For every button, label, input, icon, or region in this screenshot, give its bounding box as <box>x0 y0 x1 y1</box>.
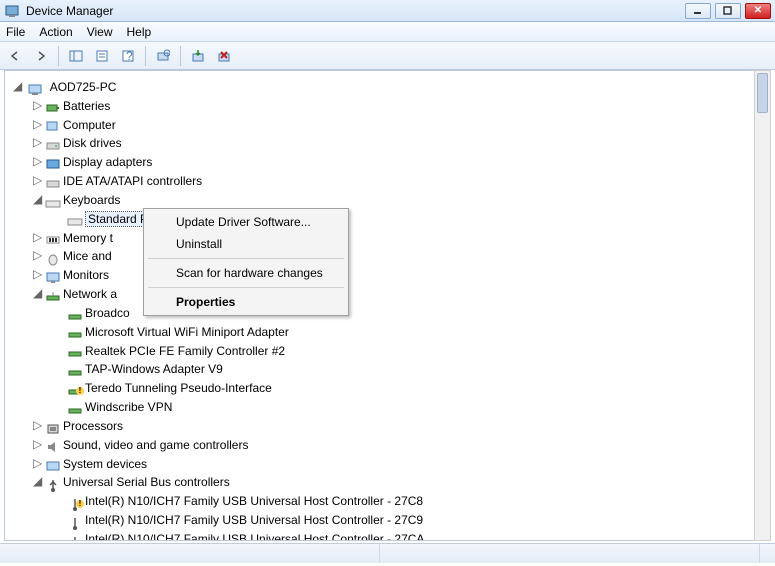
tree-display[interactable]: ▷Display adapters <box>13 152 768 171</box>
ctx-update-driver[interactable]: Update Driver Software... <box>146 211 346 233</box>
network-adapter-icon <box>67 343 83 357</box>
network-adapter-warning-icon <box>67 381 83 395</box>
tree-monitors[interactable]: ▷Monitors <box>13 265 768 284</box>
usb-controller-icon <box>67 532 83 540</box>
tree-ide[interactable]: ▷IDE ATA/ATAPI controllers <box>13 171 768 190</box>
context-menu: Update Driver Software... Uninstall Scan… <box>143 208 349 316</box>
network-adapter-icon <box>67 362 83 376</box>
show-hide-tree-button[interactable] <box>65 45 87 67</box>
expand-icon[interactable]: ▷ <box>33 228 45 246</box>
collapse-icon[interactable]: ◢ <box>13 77 25 95</box>
expand-icon[interactable]: ▷ <box>33 416 45 434</box>
network-adapter-icon <box>67 400 83 414</box>
keyboard-icon <box>45 193 61 207</box>
tree-net-windscribe[interactable]: Windscribe VPN <box>13 397 768 416</box>
tree-usb[interactable]: ◢Universal Serial Bus controllers <box>13 472 768 491</box>
expand-icon[interactable]: ▷ <box>33 115 45 133</box>
tree-usb-item[interactable]: Intel(R) N10/ICH7 Family USB Universal H… <box>13 529 768 540</box>
computer-icon <box>45 117 61 131</box>
tree-batteries[interactable]: ▷Batteries <box>13 96 768 115</box>
expand-icon[interactable]: ▷ <box>33 454 45 472</box>
menu-file[interactable]: File <box>6 25 25 39</box>
tree-net-realtek[interactable]: Realtek PCIe FE Family Controller #2 <box>13 341 768 360</box>
tree-usb-item[interactable]: Intel(R) N10/ICH7 Family USB Universal H… <box>13 510 768 529</box>
battery-icon <box>45 99 61 113</box>
svg-text:?: ? <box>126 49 133 63</box>
tree-keyboard-ps2[interactable]: Standard PS/2 Keyboard <box>13 209 768 228</box>
usb-icon <box>45 475 61 489</box>
update-driver-button[interactable] <box>187 45 209 67</box>
menu-view[interactable]: View <box>87 25 113 39</box>
expand-icon[interactable]: ▷ <box>33 133 45 151</box>
close-button[interactable]: ✕ <box>745 3 771 19</box>
expand-icon[interactable]: ▷ <box>33 246 45 264</box>
expand-icon[interactable]: ▷ <box>33 152 45 170</box>
mouse-icon <box>45 249 61 263</box>
tree-net-teredo[interactable]: Teredo Tunneling Pseudo-Interface <box>13 378 768 397</box>
tree-disk[interactable]: ▷Disk drives <box>13 133 768 152</box>
ctx-uninstall[interactable]: Uninstall <box>146 233 346 255</box>
titlebar: Device Manager ✕ <box>0 0 775 22</box>
tree-mice[interactable]: ▷Mice and <box>13 246 768 265</box>
network-adapter-icon <box>67 306 83 320</box>
network-icon <box>45 287 61 301</box>
ctx-scan[interactable]: Scan for hardware changes <box>146 262 346 284</box>
device-tree-panel: ◢ AOD725-PC ▷Batteries ▷Computer ▷Disk d… <box>4 70 771 541</box>
tree-net-broadcom[interactable]: Broadco <box>13 303 768 322</box>
tree-keyboards[interactable]: ◢Keyboards <box>13 190 768 209</box>
scrollbar-thumb[interactable] <box>757 73 768 113</box>
network-adapter-icon <box>67 325 83 339</box>
uninstall-button[interactable] <box>213 45 235 67</box>
menubar: File Action View Help <box>0 22 775 42</box>
tree-sound[interactable]: ▷Sound, video and game controllers <box>13 435 768 454</box>
maximize-button[interactable] <box>715 3 741 19</box>
usb-controller-warning-icon <box>67 494 83 508</box>
expand-icon[interactable]: ▷ <box>33 96 45 114</box>
back-button[interactable] <box>4 45 26 67</box>
display-icon <box>45 155 61 169</box>
tree-processors[interactable]: ▷Processors <box>13 416 768 435</box>
menu-action[interactable]: Action <box>39 25 72 39</box>
speaker-icon <box>45 438 61 452</box>
vertical-scrollbar[interactable] <box>754 70 771 541</box>
forward-button[interactable] <box>30 45 52 67</box>
memory-icon <box>45 230 61 244</box>
expand-icon[interactable]: ▷ <box>33 265 45 283</box>
properties-button[interactable] <box>91 45 113 67</box>
ctx-separator <box>148 287 344 288</box>
system-icon <box>45 456 61 470</box>
collapse-icon[interactable]: ◢ <box>33 190 45 208</box>
window-title: Device Manager <box>26 4 685 18</box>
tree-root[interactable]: ◢ AOD725-PC <box>13 77 768 96</box>
ide-icon <box>45 174 61 188</box>
minimize-button[interactable] <box>685 3 711 19</box>
device-tree[interactable]: ◢ AOD725-PC ▷Batteries ▷Computer ▷Disk d… <box>5 71 770 540</box>
statusbar <box>0 543 775 563</box>
computer-icon <box>28 80 44 94</box>
collapse-icon[interactable]: ◢ <box>33 472 45 490</box>
tree-network[interactable]: ◢Network a <box>13 284 768 303</box>
cpu-icon <box>45 419 61 433</box>
usb-controller-icon <box>67 513 83 527</box>
monitor-icon <box>45 268 61 282</box>
tree-sysdev[interactable]: ▷System devices <box>13 454 768 473</box>
disk-icon <box>45 136 61 150</box>
help-button[interactable]: ? <box>117 45 139 67</box>
scan-hardware-button[interactable] <box>152 45 174 67</box>
tree-memory[interactable]: ▷Memory t <box>13 228 768 247</box>
ctx-separator <box>148 258 344 259</box>
tree-computer[interactable]: ▷Computer <box>13 115 768 134</box>
expand-icon[interactable]: ▷ <box>33 435 45 453</box>
toolbar: ? <box>0 42 775 70</box>
collapse-icon[interactable]: ◢ <box>33 284 45 302</box>
tree-net-msvirt[interactable]: Microsoft Virtual WiFi Miniport Adapter <box>13 322 768 341</box>
tree-usb-item[interactable]: Intel(R) N10/ICH7 Family USB Universal H… <box>13 491 768 510</box>
menu-help[interactable]: Help <box>127 25 152 39</box>
expand-icon[interactable]: ▷ <box>33 171 45 189</box>
ctx-properties[interactable]: Properties <box>146 291 346 313</box>
keyboard-icon <box>67 212 83 226</box>
app-icon <box>4 3 20 19</box>
tree-net-tap[interactable]: TAP-Windows Adapter V9 <box>13 359 768 378</box>
